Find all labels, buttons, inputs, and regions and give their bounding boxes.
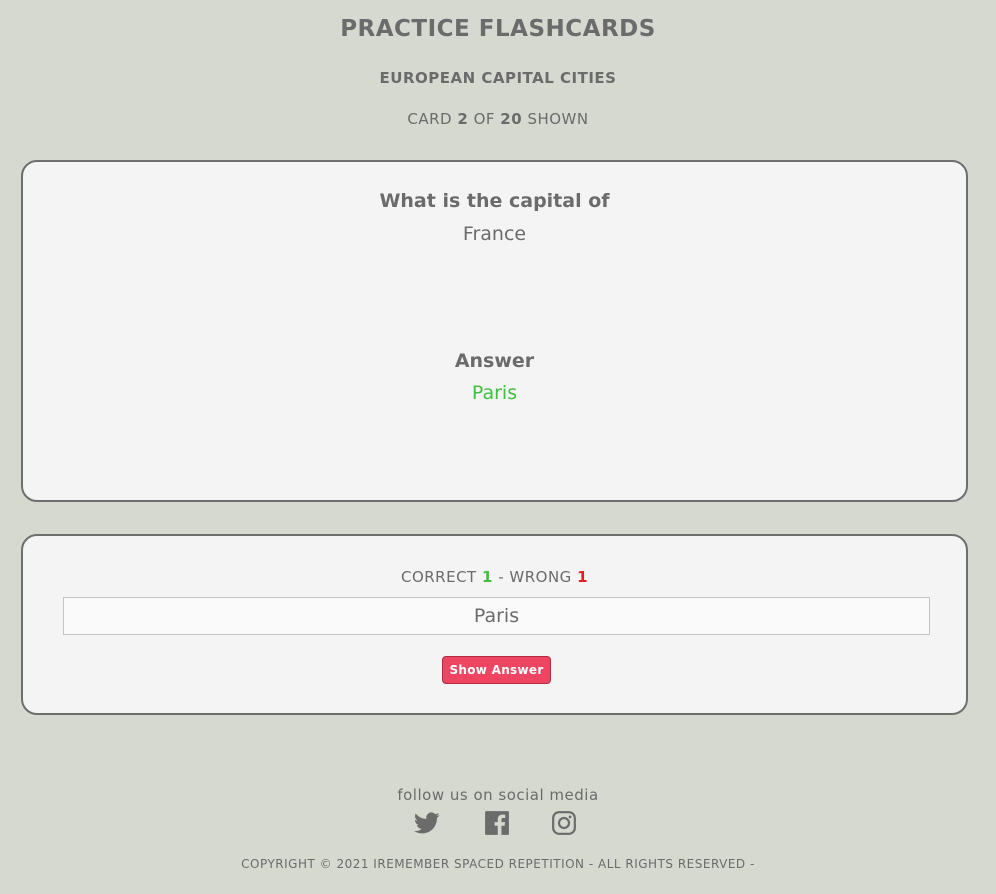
copyright-text: COPYRIGHT © 2021 IREMEMBER SPACED REPETI… — [241, 857, 755, 871]
correct-count: 1 — [482, 568, 493, 586]
follow-text: follow us on social media — [397, 786, 599, 804]
card-total: 20 — [500, 110, 523, 128]
facebook-icon[interactable] — [484, 810, 510, 836]
twitter-icon[interactable] — [414, 810, 440, 836]
answer-value: Paris — [471, 382, 518, 404]
card-current: 2 — [457, 110, 469, 128]
show-answer-button[interactable]: Show Answer — [442, 656, 551, 684]
question-value: France — [462, 223, 527, 245]
twitter-icon-glyph — [414, 812, 440, 834]
instagram-icon-glyph — [552, 811, 576, 835]
wrong-count: 1 — [577, 568, 589, 586]
deck-title: EUROPEAN CAPITAL CITIES — [379, 69, 617, 87]
card-count: CARD 2 OF 20 SHOWN — [0, 110, 996, 128]
answer-input[interactable] — [63, 597, 930, 635]
answer-label: Answer — [454, 350, 535, 372]
wrong-label: - WRONG — [498, 568, 572, 586]
flashcard-panel: What is the capital of France Answer Par… — [21, 160, 968, 502]
question-label: What is the capital of — [379, 190, 610, 212]
facebook-icon-glyph — [485, 811, 509, 835]
instagram-icon[interactable] — [551, 810, 577, 836]
card-count-suffix: SHOWN — [527, 110, 589, 128]
correct-label: CORRECT — [400, 568, 477, 586]
card-count-prefix: CARD — [407, 110, 453, 128]
answer-panel: CORRECT 1 - WRONG 1 Show Answer — [21, 534, 968, 715]
card-count-of: OF — [473, 110, 496, 128]
page-title: PRACTICE FLASHCARDS — [340, 16, 656, 42]
score-line: CORRECT 1 - WRONG 1 — [23, 568, 966, 586]
